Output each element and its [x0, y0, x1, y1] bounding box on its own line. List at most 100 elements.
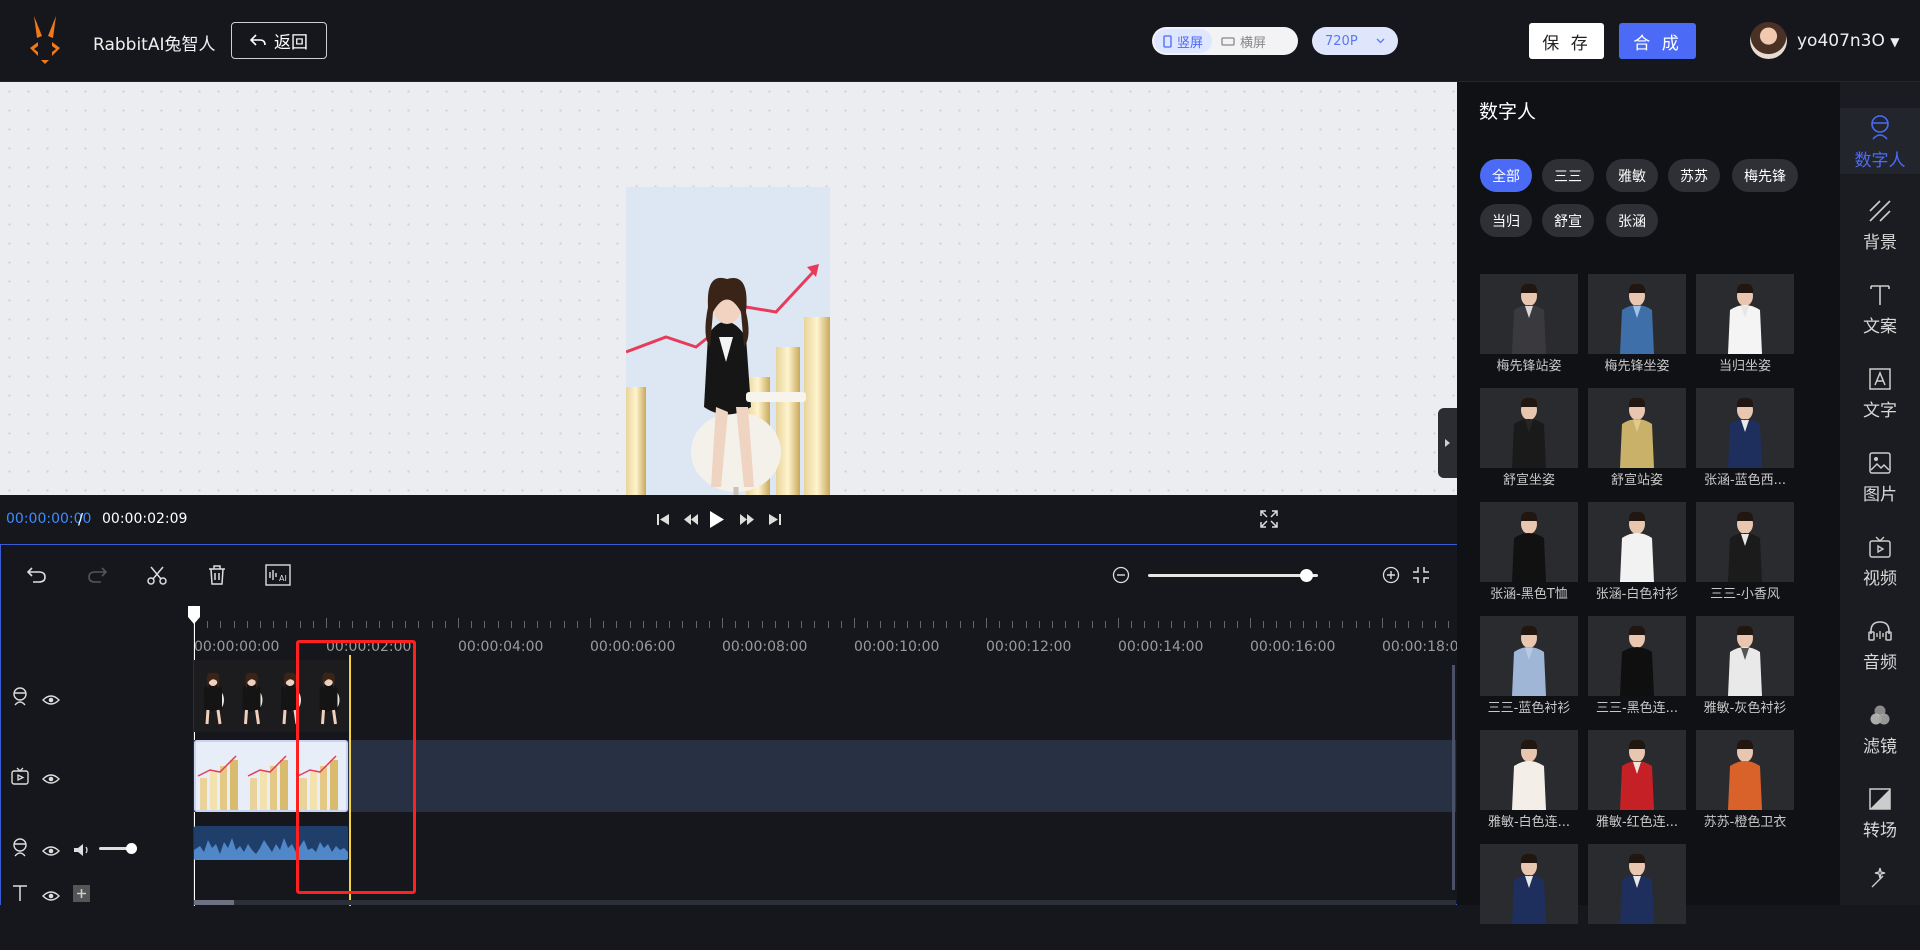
- rabbit-logo: [30, 16, 60, 64]
- rail-item-text[interactable]: 文字: [1840, 352, 1920, 436]
- digital-human-card[interactable]: 雅敏-红色连...: [1588, 730, 1686, 836]
- rail-item-audio[interactable]: 音频: [1840, 604, 1920, 688]
- digital-human-card[interactable]: 雅敏-白色连...: [1480, 730, 1578, 836]
- eye-icon[interactable]: [42, 694, 61, 706]
- rail-item-magic[interactable]: [1840, 852, 1920, 902]
- skip-end-button[interactable]: [764, 508, 786, 530]
- skip-start-button[interactable]: [652, 508, 674, 530]
- rail-item-image[interactable]: 图片: [1840, 436, 1920, 520]
- fullscreen-button[interactable]: [1258, 508, 1280, 530]
- filter-chip-susu[interactable]: 苏苏: [1668, 159, 1720, 192]
- ruler-tick: [1434, 621, 1436, 628]
- step-forward-button[interactable]: [736, 508, 758, 530]
- ruler-tick: [1091, 621, 1093, 628]
- step-back-button[interactable]: [680, 508, 702, 530]
- digital-human-card[interactable]: 张涵-黑色T恤: [1480, 502, 1578, 608]
- volume-slider[interactable]: [99, 843, 138, 854]
- ruler-tick: [590, 618, 591, 628]
- ruler-tick: [1263, 621, 1265, 628]
- digital-human-card[interactable]: 当归坐姿: [1696, 274, 1794, 380]
- ruler-tick: [524, 621, 525, 628]
- filter-chip-zhanghan[interactable]: 张涵: [1606, 204, 1658, 237]
- eye-icon[interactable]: [42, 845, 61, 857]
- add-text-icon[interactable]: [73, 885, 91, 902]
- filter-chip-all[interactable]: 全部: [1480, 159, 1532, 192]
- delete-button[interactable]: [203, 561, 231, 589]
- digital-human-card[interactable]: 梅先锋站姿: [1480, 274, 1578, 380]
- vertical-scrollbar[interactable]: [1452, 665, 1455, 890]
- ruler-tick: [1104, 621, 1106, 628]
- preview-canvas: [0, 82, 1457, 552]
- ruler-tick: [1131, 621, 1133, 628]
- back-button[interactable]: 返回: [231, 22, 327, 59]
- digital-human-card[interactable]: [1588, 844, 1686, 950]
- card-thumbnail: [1588, 844, 1686, 924]
- digital-human-card[interactable]: 三三-小香风: [1696, 502, 1794, 608]
- filter-chip-sansan[interactable]: 三三: [1542, 159, 1594, 192]
- avatar[interactable]: [1750, 22, 1787, 59]
- zoom-in-button[interactable]: [1377, 561, 1405, 589]
- redo-button[interactable]: [83, 561, 111, 589]
- zoom-slider-thumb[interactable]: [1300, 569, 1314, 582]
- clip-thumbnail: [246, 742, 296, 810]
- ruler-tick: [550, 621, 552, 628]
- ruler-tick: [603, 621, 605, 628]
- undo-button[interactable]: [23, 561, 51, 589]
- filter-chip-shuxuan[interactable]: 舒宣: [1542, 204, 1594, 237]
- ruler-tick: [748, 621, 750, 628]
- rail-item-transition[interactable]: 转场: [1840, 772, 1920, 856]
- digital-human-card[interactable]: 三三-黑色连...: [1588, 616, 1686, 722]
- rail-item-digital-human[interactable]: 数字人: [1840, 100, 1920, 184]
- landscape-label: 横屏: [1240, 35, 1267, 51]
- playback-controls: 00:00:00:00 / 00:00:02:09: [0, 495, 1457, 544]
- rail-item-filter[interactable]: 滤镜: [1840, 688, 1920, 772]
- orientation-toggle: 竖屏 横屏: [1152, 27, 1298, 55]
- digital-human-card[interactable]: 三三-蓝色衬衫: [1480, 616, 1578, 722]
- play-button[interactable]: [706, 508, 728, 530]
- rail-label: 转场: [1863, 820, 1897, 841]
- ruler-tick: [1342, 621, 1344, 628]
- rail-item-background[interactable]: 背景: [1840, 184, 1920, 268]
- filter-chip-yamin[interactable]: 雅敏: [1606, 159, 1658, 192]
- highlight-box: [296, 640, 416, 894]
- digital-human-card[interactable]: 舒宣坐姿: [1480, 388, 1578, 494]
- save-button[interactable]: 保 存: [1529, 23, 1604, 59]
- volume-icon[interactable]: [73, 843, 91, 857]
- ruler-tick: [827, 621, 829, 628]
- ruler-tick: [458, 618, 459, 628]
- scrollbar-thumb[interactable]: [194, 900, 234, 905]
- ruler-tick: [708, 621, 710, 628]
- filter-chip-danggui[interactable]: 当归: [1480, 204, 1532, 237]
- eye-icon[interactable]: [42, 890, 61, 902]
- volume-slider-thumb[interactable]: [126, 843, 138, 854]
- landscape-option[interactable]: 横屏: [1212, 29, 1275, 53]
- digital-human-card[interactable]: 张涵-蓝色西...: [1696, 388, 1794, 494]
- ai-audio-button[interactable]: AI: [263, 561, 293, 589]
- filter-chip-meixianfeng[interactable]: 梅先锋: [1732, 159, 1798, 192]
- zoom-out-button[interactable]: [1107, 561, 1135, 589]
- digital-human-card[interactable]: 雅敏-灰色衬衫: [1696, 616, 1794, 722]
- digital-human-card[interactable]: 苏苏-橙色卫衣: [1696, 730, 1794, 836]
- resolution-select[interactable]: 720P: [1312, 27, 1398, 55]
- split-button[interactable]: [143, 561, 171, 589]
- ruler-tick: [1210, 621, 1212, 628]
- panel-collapse-handle[interactable]: [1438, 408, 1457, 478]
- ruler-tick: [695, 621, 697, 628]
- portrait-option[interactable]: 竖屏: [1154, 29, 1213, 53]
- ruler-tick: [788, 621, 789, 628]
- ruler-tick: [497, 621, 499, 628]
- timeline-scrollbar[interactable]: [194, 900, 1456, 905]
- rail-item-video[interactable]: 视频: [1840, 520, 1920, 604]
- rail-item-script[interactable]: 文案: [1840, 268, 1920, 352]
- username-menu[interactable]: yo407n3O ▼: [1797, 31, 1900, 51]
- eye-icon[interactable]: [42, 773, 61, 785]
- digital-human-card[interactable]: [1480, 844, 1578, 950]
- fit-timeline-button[interactable]: [1407, 561, 1435, 589]
- digital-human-card[interactable]: 张涵-白色衬衫: [1588, 502, 1686, 608]
- digital-human-card[interactable]: 梅先锋坐姿: [1588, 274, 1686, 380]
- zoom-slider[interactable]: [1148, 569, 1318, 582]
- ruler-tick: [326, 618, 327, 628]
- digital-human-card[interactable]: 舒宣站姿: [1588, 388, 1686, 494]
- card-thumbnail: [1588, 502, 1686, 582]
- synthesize-button[interactable]: 合 成: [1619, 23, 1696, 59]
